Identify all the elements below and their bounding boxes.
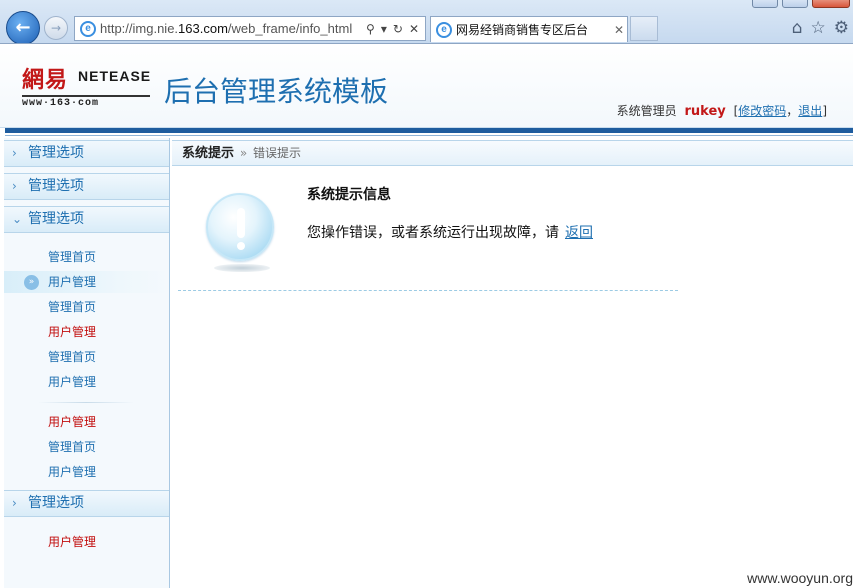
user-bar: 系统管理员 rukey [修改密码，退出] [617,102,827,119]
chevron-down-icon: ⌄ [12,212,23,226]
header-divider [5,135,853,136]
breadcrumb-separator: » [239,146,248,160]
message-text: 您操作错误，或者系统运行出现故障，请 [307,225,559,241]
sidebar-item-label: 用户管理 [48,275,97,289]
logo-english: NETEASE [78,68,152,84]
header-blue-band [5,128,853,133]
message-title: 系统提示信息 [307,187,391,203]
favorites-star-icon[interactable]: ☆ [811,18,826,38]
forward-button[interactable]: → [44,16,68,40]
exclamation-bar [237,208,245,238]
ie-page-icon: e [80,20,96,37]
logout-link[interactable]: 退出 [798,104,822,118]
chevron-right-icon: › [12,146,17,160]
url-suffix: /web_frame/info_html [227,21,353,36]
tab-close-icon[interactable]: ✕ [611,23,627,37]
double-arrow-icon: » [24,275,39,290]
chevron-right-icon: › [12,179,17,193]
watermark: www.wooyun.org [747,570,853,586]
close-window-button[interactable] [812,0,850,8]
info-exclamation-icon [206,193,274,261]
page-header: 網易 NETEASE www·163·com 后台管理系统模板 系统管理员 ru… [0,44,853,128]
new-tab-button[interactable] [630,16,658,41]
sidebar-item-users[interactable]: 用户管理 [4,411,169,433]
browser-toolbar: ← → e http://img.nie.163.com/web_frame/i… [0,0,853,44]
sidebar-section-4[interactable]: › 管理选项 [4,490,169,517]
dashed-divider [178,290,678,291]
sidebar-section-2[interactable]: › 管理选项 [4,173,169,200]
logo-url: www·163·com [22,98,100,109]
return-link[interactable]: 返回 [565,225,593,241]
icon-shadow [214,264,270,272]
url-prefix: http://img.nie. [100,21,179,36]
forward-arrow-icon: → [50,21,62,35]
logo-rule [22,95,150,97]
minimize-button[interactable] [752,0,778,8]
sidebar-item-home[interactable]: 管理首页 [4,296,169,318]
maximize-button[interactable] [782,0,808,8]
sidebar: › 管理选项 › 管理选项 ⌄ 管理选项 管理首页 » 用户管理 管理首页 用户管理 管… [4,138,170,588]
system-title: 后台管理系统模板 [164,75,389,108]
tab-ie-icon: e [436,21,452,38]
search-icon[interactable]: ⚲ [366,22,375,36]
address-bar[interactable]: e http://img.nie.163.com/web_frame/info_… [74,16,426,41]
home-icon[interactable]: ⌂ [792,18,803,38]
settings-gear-icon[interactable]: ⚙ [834,18,849,38]
dropdown-icon[interactable]: ▾ [381,22,387,36]
username: rukey [684,104,726,119]
breadcrumb-sub: 错误提示 [253,146,302,160]
breadcrumb: 系统提示 » 错误提示 [172,140,853,166]
sidebar-item-home[interactable]: 管理首页 [4,346,169,368]
sidebar-item-users[interactable]: 用户管理 [4,321,169,343]
comma: ， [786,104,799,118]
section-label: 管理选项 [28,211,84,227]
exclamation-dot [237,242,245,250]
stop-icon[interactable]: ✕ [409,22,419,36]
sidebar-item-users[interactable]: 用户管理 [4,461,169,483]
sidebar-section-3[interactable]: ⌄ 管理选项 [4,206,169,233]
netease-logo[interactable]: 網易 NETEASE www·163·com [22,62,154,109]
message-body: 您操作错误，或者系统运行出现故障，请 返回 [307,222,593,242]
sidebar-item-home[interactable]: 管理首页 [4,246,169,268]
chevron-right-icon: › [12,496,17,510]
sidebar-divider [38,402,134,403]
section-label: 管理选项 [28,145,84,161]
role-label: 系统管理员 [616,104,677,118]
sidebar-item-users[interactable]: 用户管理 [4,531,169,553]
sidebar-item-users[interactable]: 用户管理 [4,371,169,393]
sidebar-section-1[interactable]: › 管理选项 [4,140,169,167]
sidebar-item-home[interactable]: 管理首页 [4,436,169,458]
section-label: 管理选项 [28,178,84,194]
browser-tab[interactable]: e 网易经销商销售专区后台 ✕ [430,16,628,42]
url-domain: 163.com [178,21,228,36]
section-label: 管理选项 [28,495,84,511]
address-url[interactable]: http://img.nie.163.com/web_frame/info_ht… [100,21,366,36]
sidebar-item-users-active[interactable]: » 用户管理 [4,271,169,293]
breadcrumb-current: 系统提示 [182,146,235,161]
back-arrow-icon: ← [15,17,31,38]
change-password-link[interactable]: 修改密码 [738,104,786,118]
refresh-icon[interactable]: ↻ [393,22,403,36]
back-button[interactable]: ← [6,11,40,43]
bracket-close: ] [822,104,827,118]
tab-title: 网易经销商销售专区后台 [456,23,589,37]
